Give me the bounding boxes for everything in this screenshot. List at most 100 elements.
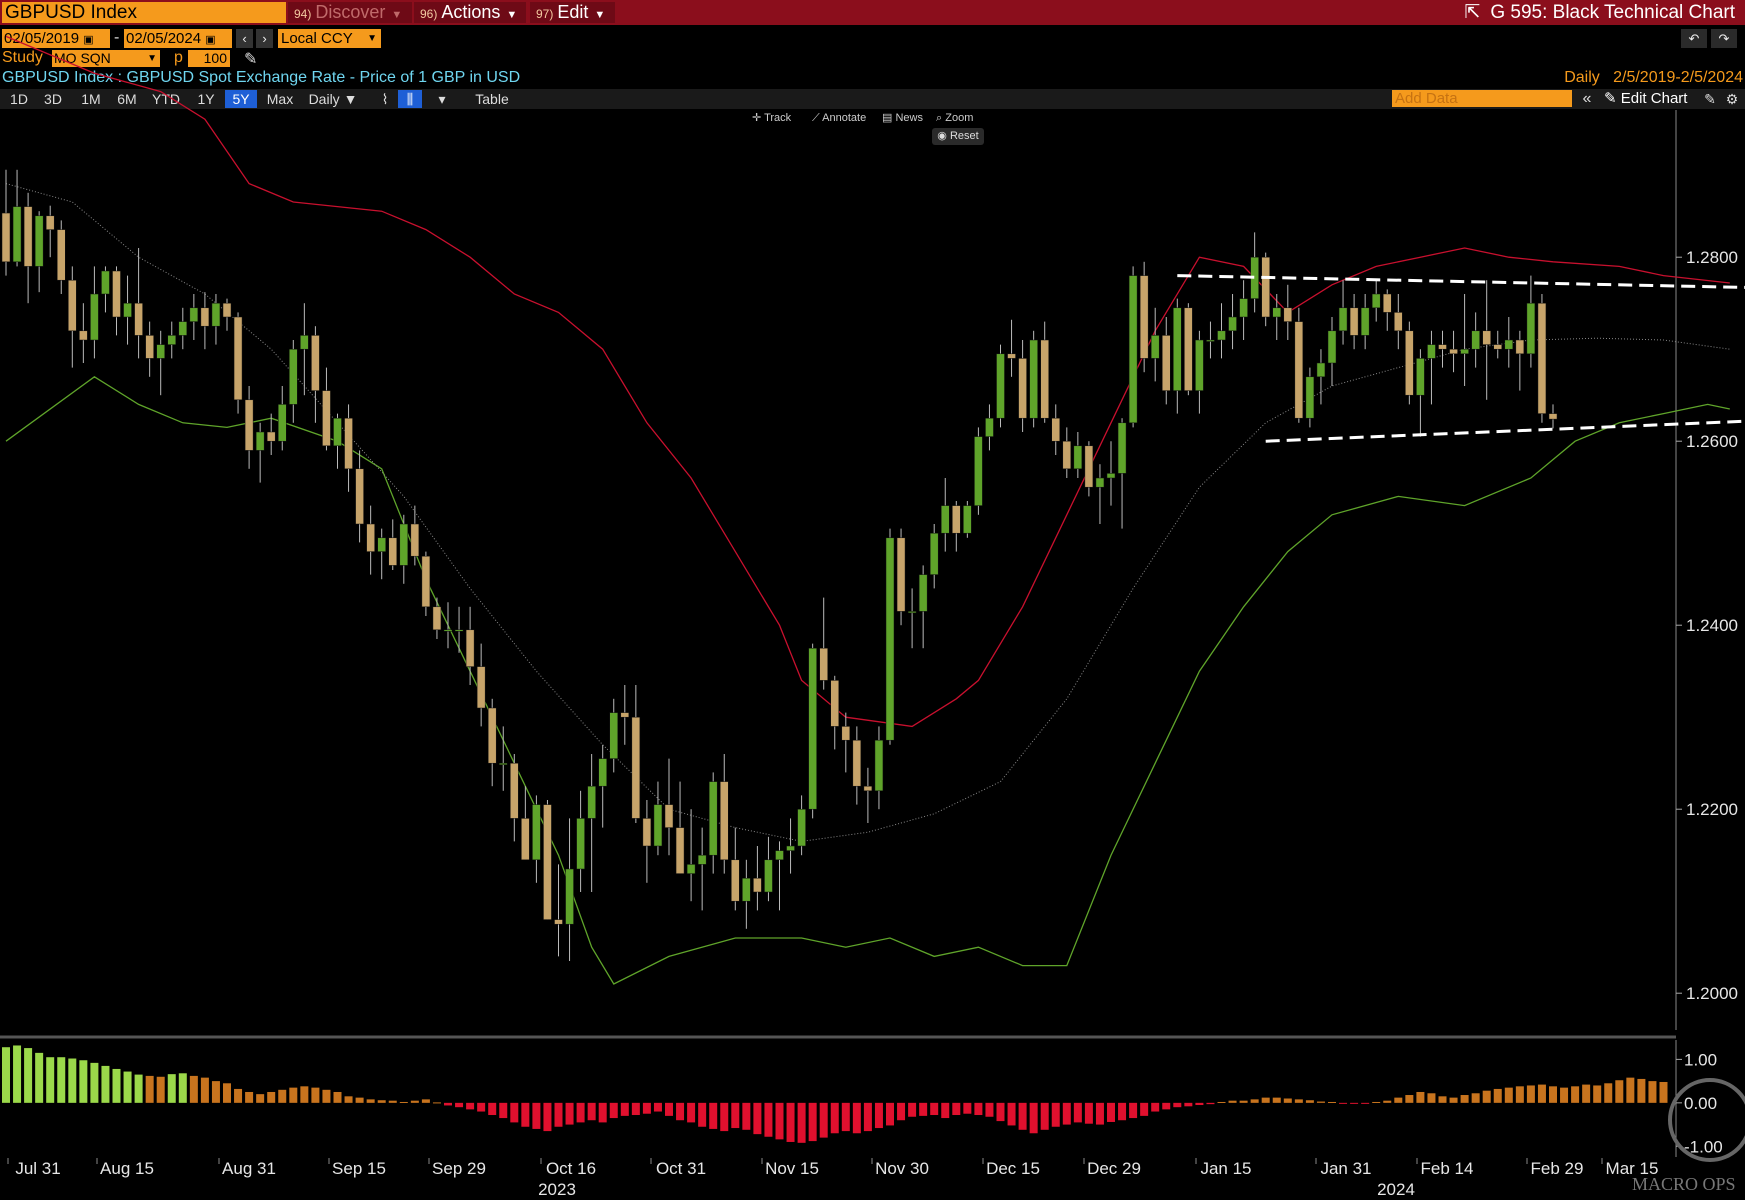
osc-bar [1427,1093,1436,1103]
candle-body [521,818,530,861]
candle-body [996,353,1005,419]
candle-body [443,629,453,632]
candle-body [1394,312,1403,332]
osc-bar [421,1099,430,1103]
candle-body [1239,298,1248,318]
candle-body [985,417,994,437]
candle-body [874,739,884,792]
osc-bar [300,1086,309,1103]
osc-bar [1305,1100,1314,1103]
osc-bar [676,1102,685,1121]
osc-bar [1007,1102,1016,1126]
candle-body [1073,445,1083,470]
osc-bar [1416,1091,1425,1103]
candle-body [885,537,895,741]
osc-bar [410,1100,419,1103]
osc-bar [897,1102,906,1121]
candle-body [156,344,165,359]
osc-bar [35,1052,44,1103]
osc-bar [1206,1102,1215,1105]
date-tick-label: Jan 15 [1200,1159,1251,1178]
candle-body [366,523,375,552]
osc-bar [1051,1102,1060,1127]
price-tick-label: 1.2200 [1686,800,1738,819]
osc-bar [1582,1084,1591,1103]
candle-body [112,270,121,318]
candle-body [974,436,983,506]
candle-body [1416,358,1425,396]
candle-body [388,537,397,566]
osc-bar [532,1102,541,1129]
osc-bar [952,1102,961,1116]
candle-body [289,348,298,405]
candle-body [797,808,806,847]
osc-bar [1549,1086,1557,1103]
osc-bar [830,1102,839,1134]
osc-bar [1604,1083,1613,1103]
osc-bar [764,1102,773,1137]
osc-bar [1261,1097,1270,1103]
candle-body [278,404,287,442]
osc-bar [720,1102,729,1132]
osc-bar [1328,1101,1336,1103]
candle-body [322,390,331,447]
osc-bar [841,1102,850,1132]
candle-body [1283,307,1293,322]
candle-body [565,868,574,925]
candle-body [1217,330,1226,341]
osc-bar [642,1102,651,1114]
osc-bar [576,1102,585,1123]
osc-bar [1184,1102,1193,1107]
osc-bar [223,1083,231,1103]
candle-body [1162,335,1171,391]
osc-bar [687,1102,696,1123]
osc-bar [1162,1102,1171,1110]
candle-body [333,417,342,447]
candle-body [45,215,55,230]
osc-bar [1073,1102,1082,1123]
osc-bar [1383,1100,1392,1103]
osc-bar [919,1102,928,1116]
osc-bar [1449,1097,1458,1103]
price-chart[interactable]: 1.20001.22001.24001.26001.2800 1.000.00-… [0,0,1745,1200]
osc-bar [1637,1078,1646,1103]
date-tick-label: Nov 30 [875,1159,929,1178]
support-trendline [1265,419,1745,443]
osc-bar [742,1102,751,1130]
osc-bar [1250,1099,1259,1103]
candle-body [675,827,685,874]
osc-bar [808,1102,817,1142]
candle-body [244,399,254,451]
candle-body [1371,293,1381,309]
candle-body [487,707,497,764]
candle-body [587,785,596,819]
candle-body [863,785,873,792]
osc-bar [2,1047,10,1103]
osc-bar [1107,1102,1115,1122]
osc-bar [322,1089,331,1103]
candle-body [1228,316,1237,332]
osc-bar [565,1102,574,1125]
candle-body [764,859,773,893]
candle-body [1349,307,1359,336]
candle-body [1548,413,1558,420]
candle-body [1062,440,1072,470]
candle-body [377,537,386,552]
candle-body [731,859,740,902]
osc-bar [123,1071,132,1103]
osc-bar [521,1102,530,1127]
candle-body [222,302,232,318]
candle-body [742,877,751,902]
year-label: 2024 [1377,1180,1415,1199]
candle-body [918,574,928,612]
osc-bar [278,1089,287,1103]
osc-bar [554,1102,563,1127]
osc-bar [1504,1087,1513,1103]
candle-body [344,417,353,470]
osc-bar [587,1102,596,1121]
date-tick-label: Dec 29 [1087,1159,1141,1178]
candle-body [697,854,707,865]
osc-bar [797,1102,806,1143]
osc-bar [57,1057,66,1103]
candle-body [499,762,508,765]
